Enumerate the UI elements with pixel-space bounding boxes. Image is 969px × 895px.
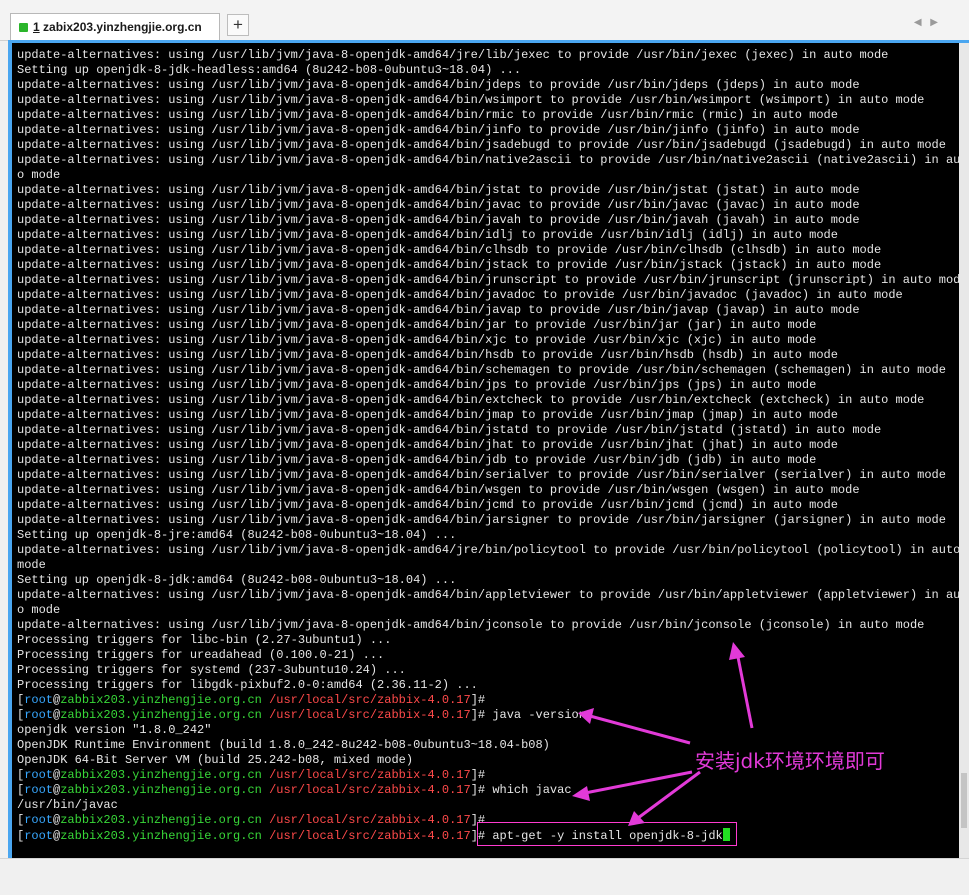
prompt-line: [root@zabbix203.yinzhengjie.org.cn /usr/… bbox=[17, 708, 959, 723]
prompt-user: root bbox=[24, 829, 54, 843]
terminal-output-line: Processing triggers for libgdk-pixbuf2.0… bbox=[17, 678, 478, 692]
prompt-hash: ]# bbox=[470, 708, 486, 722]
prompt-host: zabbix203.yinzhengjie.org.cn bbox=[60, 708, 262, 722]
terminal-output-line: Processing triggers for ureadahead (0.10… bbox=[17, 648, 385, 662]
scrollbar-thumb[interactable] bbox=[961, 773, 967, 828]
terminal-output-line: update-alternatives: using /usr/lib/jvm/… bbox=[17, 228, 838, 242]
terminal-output-line: update-alternatives: using /usr/lib/jvm/… bbox=[17, 618, 925, 632]
terminal-output-line: update-alternatives: using /usr/lib/jvm/… bbox=[17, 438, 838, 452]
terminal-output-line: update-alternatives: using /usr/lib/jvm/… bbox=[17, 213, 860, 227]
terminal-output-line: update-alternatives: using /usr/lib/jvm/… bbox=[17, 453, 817, 467]
prompt-user: root bbox=[24, 768, 54, 782]
terminal-output-line: update-alternatives: using /usr/lib/jvm/… bbox=[17, 78, 860, 92]
prompt-host: zabbix203.yinzhengjie.org.cn bbox=[60, 693, 262, 707]
terminal-output-line: o mode bbox=[17, 168, 61, 182]
terminal-output-line: update-alternatives: using /usr/lib/jvm/… bbox=[17, 348, 838, 362]
prompt-hash: ]# bbox=[470, 783, 486, 797]
terminal-output-line: update-alternatives: using /usr/lib/jvm/… bbox=[17, 498, 838, 512]
command-highlight-box bbox=[477, 822, 737, 846]
terminal-output-line: update-alternatives: using /usr/lib/jvm/… bbox=[17, 183, 860, 197]
tab-bar: 1 zabix203.yinzhengjie.org.cn + ◀ ▶ bbox=[0, 0, 969, 41]
terminal-output-line: update-alternatives: using /usr/lib/jvm/… bbox=[17, 588, 959, 602]
terminal-output-line: update-alternatives: using /usr/lib/jvm/… bbox=[17, 48, 889, 62]
prompt-path: /usr/local/src/zabbix-4.0.17 bbox=[269, 813, 471, 827]
prompt-host: zabbix203.yinzhengjie.org.cn bbox=[60, 768, 262, 782]
terminal-frame: update-alternatives: using /usr/lib/jvm/… bbox=[8, 40, 969, 858]
terminal-output-line: Processing triggers for systemd (237-3ub… bbox=[17, 663, 406, 677]
terminal-output-line: update-alternatives: using /usr/lib/jvm/… bbox=[17, 423, 882, 437]
terminal-output-line: Processing triggers for libc-bin (2.27-3… bbox=[17, 633, 392, 647]
terminal-output-line: mode bbox=[17, 558, 46, 572]
prompt-line: [root@zabbix203.yinzhengjie.org.cn /usr/… bbox=[17, 693, 959, 708]
terminal-output-line: update-alternatives: using /usr/lib/jvm/… bbox=[17, 363, 946, 377]
prompt-path: /usr/local/src/zabbix-4.0.17 bbox=[269, 829, 471, 843]
terminal-output-line: update-alternatives: using /usr/lib/jvm/… bbox=[17, 483, 860, 497]
tab-session[interactable]: 1 zabix203.yinzhengjie.org.cn bbox=[10, 13, 220, 40]
prompt-host: zabbix203.yinzhengjie.org.cn bbox=[60, 783, 262, 797]
terminal-output-line: update-alternatives: using /usr/lib/jvm/… bbox=[17, 198, 860, 212]
terminal-output-line: o mode bbox=[17, 603, 61, 617]
prompt-path: /usr/local/src/zabbix-4.0.17 bbox=[269, 693, 471, 707]
terminal-output-line: update-alternatives: using /usr/lib/jvm/… bbox=[17, 393, 925, 407]
command-output-line: /usr/bin/javac bbox=[17, 798, 118, 812]
status-bar bbox=[0, 858, 969, 895]
terminal-output-line: update-alternatives: using /usr/lib/jvm/… bbox=[17, 408, 838, 422]
terminal-text: update-alternatives: using /usr/lib/jvm/… bbox=[12, 43, 959, 844]
prompt-path: /usr/local/src/zabbix-4.0.17 bbox=[269, 708, 471, 722]
terminal-output-line: update-alternatives: using /usr/lib/jvm/… bbox=[17, 93, 925, 107]
terminal-output-line: update-alternatives: using /usr/lib/jvm/… bbox=[17, 303, 860, 317]
typed-command: which javac bbox=[492, 783, 572, 797]
add-tab-button[interactable]: + bbox=[227, 14, 249, 36]
terminal-output-line: update-alternatives: using /usr/lib/jvm/… bbox=[17, 288, 903, 302]
tab-scroll-arrows-icon[interactable]: ◀ ▶ bbox=[914, 17, 941, 28]
terminal-output-line: update-alternatives: using /usr/lib/jvm/… bbox=[17, 378, 817, 392]
tab-number: 1 bbox=[33, 20, 40, 34]
terminal-output-line: update-alternatives: using /usr/lib/jvm/… bbox=[17, 273, 959, 287]
prompt-hash: ]# bbox=[470, 768, 486, 782]
prompt-host: zabbix203.yinzhengjie.org.cn bbox=[60, 813, 262, 827]
prompt-host: zabbix203.yinzhengjie.org.cn bbox=[60, 829, 262, 843]
terminal-output-line: update-alternatives: using /usr/lib/jvm/… bbox=[17, 318, 817, 332]
prompt-user: root bbox=[24, 813, 54, 827]
command-output-line: openjdk version "1.8.0_242" bbox=[17, 723, 212, 737]
tab-title: zabix203.yinzhengjie.org.cn bbox=[43, 20, 202, 34]
terminal-output-line: update-alternatives: using /usr/lib/jvm/… bbox=[17, 153, 959, 167]
terminal-output-line: update-alternatives: using /usr/lib/jvm/… bbox=[17, 543, 959, 557]
prompt-path: /usr/local/src/zabbix-4.0.17 bbox=[269, 783, 471, 797]
connected-status-icon bbox=[19, 22, 28, 32]
prompt-user: root bbox=[24, 708, 54, 722]
prompt-user: root bbox=[24, 693, 54, 707]
terminal-output-line: update-alternatives: using /usr/lib/jvm/… bbox=[17, 108, 838, 122]
prompt-line: [root@zabbix203.yinzhengjie.org.cn /usr/… bbox=[17, 783, 959, 798]
prompt-path: /usr/local/src/zabbix-4.0.17 bbox=[269, 768, 471, 782]
terminal-output-line: update-alternatives: using /usr/lib/jvm/… bbox=[17, 138, 946, 152]
terminal-output-line: Setting up openjdk-8-jdk:amd64 (8u242-b0… bbox=[17, 573, 457, 587]
terminal-output-line: Setting up openjdk-8-jdk-headless:amd64 … bbox=[17, 63, 522, 77]
terminal-scrollbar[interactable] bbox=[959, 43, 969, 858]
terminal-output-line: update-alternatives: using /usr/lib/jvm/… bbox=[17, 243, 882, 257]
terminal-output-line: update-alternatives: using /usr/lib/jvm/… bbox=[17, 123, 860, 137]
terminal-output-line: update-alternatives: using /usr/lib/jvm/… bbox=[17, 513, 946, 527]
annotation-label: 安装jdk环境环境即可 bbox=[695, 749, 885, 773]
terminal-output-line: update-alternatives: using /usr/lib/jvm/… bbox=[17, 258, 882, 272]
tab-label: 1 zabix203.yinzhengjie.org.cn bbox=[33, 20, 202, 34]
terminal[interactable]: update-alternatives: using /usr/lib/jvm/… bbox=[12, 43, 959, 858]
terminal-output-line: Setting up openjdk-8-jre:amd64 (8u242-b0… bbox=[17, 528, 457, 542]
terminal-output-line: update-alternatives: using /usr/lib/jvm/… bbox=[17, 468, 946, 482]
typed-command: java -version bbox=[492, 708, 586, 722]
prompt-user: root bbox=[24, 783, 54, 797]
terminal-output-line: update-alternatives: using /usr/lib/jvm/… bbox=[17, 333, 817, 347]
prompt-hash: ]# bbox=[470, 693, 486, 707]
